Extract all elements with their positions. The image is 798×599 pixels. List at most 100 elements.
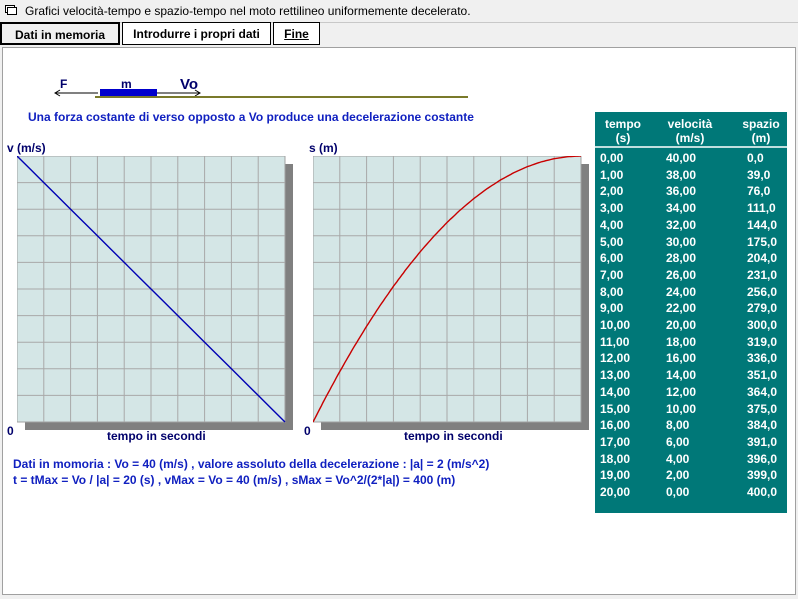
cell-velocity: 20,00 xyxy=(666,318,697,332)
cell-space: 336,0 xyxy=(747,351,778,366)
cell-space: 204,0 xyxy=(747,251,778,266)
cell-velocity: 8,00 xyxy=(666,418,690,433)
table-row: 5,00 30,00 175,0 xyxy=(595,234,787,250)
cell-space: 351,0 xyxy=(747,368,778,383)
cell-velocity: 34,00 xyxy=(666,201,697,216)
cell-space: 279,0 xyxy=(747,301,778,316)
space-chart xyxy=(313,156,589,430)
cell-velocity: 4,00 xyxy=(666,451,690,466)
cell-space: 364,0 xyxy=(747,384,778,399)
header-space: spazio (m) xyxy=(735,117,787,145)
menu-bar: Dati in memoria Introdurre i propri dati… xyxy=(0,22,798,47)
table-row: 11,00 18,00 319,0 xyxy=(595,334,787,350)
cell-space: 256,0 xyxy=(747,284,778,299)
table-row: 9,00 22,00 279,0 xyxy=(595,300,787,316)
cell-velocity: 16,00 xyxy=(666,351,697,366)
space-origin-label: 0 xyxy=(304,424,311,438)
cell-space: 319,0 xyxy=(747,334,778,349)
cell-space: 39,0 xyxy=(747,167,771,182)
cell-velocity: 28,00 xyxy=(666,251,697,266)
table-row: 16,00 8,00 384,0 xyxy=(595,417,787,433)
mass-label: m xyxy=(121,77,132,91)
cell-space: 400,0 xyxy=(747,485,778,499)
cell-velocity: 30,00 xyxy=(666,234,697,249)
cell-space: 399,0 xyxy=(747,468,778,483)
header-separator xyxy=(595,146,787,148)
cell-time: 17,00 xyxy=(600,434,631,449)
cell-space: 396,0 xyxy=(747,451,778,466)
description-text: Una forza costante di verso opposto a Vo… xyxy=(28,110,474,124)
table-row: 1,00 38,00 39,0 xyxy=(595,167,787,183)
table-row: 8,00 24,00 256,0 xyxy=(595,284,787,300)
cell-velocity: 2,00 xyxy=(666,468,690,483)
cell-time: 8,00 xyxy=(600,284,624,299)
cell-time: 20,00 xyxy=(600,485,631,499)
velocity-origin-label: 0 xyxy=(7,424,14,438)
table-row: 7,00 26,00 231,0 xyxy=(595,267,787,283)
info-line-1: Dati in momoria : Vo = 40 (m/s) , valore… xyxy=(13,457,490,471)
cell-velocity: 24,00 xyxy=(666,284,697,299)
cell-time: 2,00 xyxy=(600,184,624,199)
header-time-label: tempo xyxy=(605,117,641,131)
cell-space: 231,0 xyxy=(747,267,778,282)
cell-velocity: 10,00 xyxy=(666,401,697,416)
header-time-unit: (s) xyxy=(615,131,631,145)
velocity-label: Vo xyxy=(180,76,199,93)
cell-time: 13,00 xyxy=(600,368,631,383)
cell-space: 391,0 xyxy=(747,434,778,449)
header-velocity: velocità (m/s) xyxy=(655,117,725,145)
cell-time: 0,00 xyxy=(600,151,624,165)
table-row: 2,00 36,00 76,0 xyxy=(595,183,787,199)
space-x-axis-label: tempo in secondi xyxy=(404,429,503,443)
header-space-label: spazio xyxy=(742,117,780,131)
cell-space: 144,0 xyxy=(747,217,778,232)
cell-velocity: 36,00 xyxy=(666,184,697,199)
cell-velocity: 14,00 xyxy=(666,368,697,383)
cell-space: 384,0 xyxy=(747,418,778,433)
table-row: 17,00 6,00 391,0 xyxy=(595,434,787,450)
cell-velocity: 6,00 xyxy=(666,434,690,449)
space-y-axis-label: s (m) xyxy=(309,141,338,155)
cell-time: 18,00 xyxy=(600,451,631,466)
table-row: 14,00 12,00 364,0 xyxy=(595,384,787,400)
cell-time: 6,00 xyxy=(600,251,624,266)
table-row: 4,00 32,00 144,0 xyxy=(595,217,787,233)
cell-space: 76,0 xyxy=(747,184,771,199)
table-row: 10,00 20,00 300,0 xyxy=(595,317,787,333)
cell-time: 12,00 xyxy=(600,351,631,366)
cell-space: 111,0 xyxy=(747,201,776,216)
cell-time: 14,00 xyxy=(600,384,631,399)
cell-space: 0,0 xyxy=(747,151,764,165)
cell-time: 11,00 xyxy=(600,334,630,349)
table-row: 19,00 2,00 399,0 xyxy=(595,467,787,483)
table-row: 15,00 10,00 375,0 xyxy=(595,401,787,417)
cell-time: 9,00 xyxy=(600,301,624,316)
cell-time: 1,00 xyxy=(600,167,624,182)
cell-velocity: 0,00 xyxy=(666,485,690,499)
stored-data-button[interactable]: Dati in memoria xyxy=(0,22,120,45)
cell-space: 300,0 xyxy=(747,318,778,332)
velocity-x-axis-label: tempo in secondi xyxy=(107,429,206,443)
cell-velocity: 18,00 xyxy=(666,334,697,349)
table-row: 0,00 40,00 0,0 xyxy=(595,150,787,166)
cell-velocity: 12,00 xyxy=(666,384,697,399)
table-row: 20,00 0,00 400,0 xyxy=(595,484,787,500)
force-label: F xyxy=(60,77,68,91)
enter-own-data-button[interactable]: Introdurre i propri dati xyxy=(122,22,271,45)
cell-velocity: 40,00 xyxy=(666,151,697,165)
data-table: tempo (s) velocità (m/s) spazio (m) 0,00… xyxy=(595,112,787,513)
cell-time: 4,00 xyxy=(600,217,624,232)
title-bar: Grafici velocità-tempo e spazio-tempo ne… xyxy=(0,0,798,23)
info-line-2: t = tMax = Vo / |a| = 20 (s) , vMax = Vo… xyxy=(13,473,456,487)
cell-velocity: 32,00 xyxy=(666,217,697,232)
velocity-chart xyxy=(17,156,293,430)
cell-time: 3,00 xyxy=(600,201,624,216)
cell-time: 10,00 xyxy=(600,318,631,332)
table-row: 18,00 4,00 396,0 xyxy=(595,451,787,467)
app-icon xyxy=(5,5,17,15)
cell-time: 15,00 xyxy=(600,401,631,416)
force-diagram xyxy=(54,89,468,98)
cell-time: 5,00 xyxy=(600,234,624,249)
header-time: tempo (s) xyxy=(598,117,648,145)
end-button[interactable]: Fine xyxy=(273,22,320,45)
